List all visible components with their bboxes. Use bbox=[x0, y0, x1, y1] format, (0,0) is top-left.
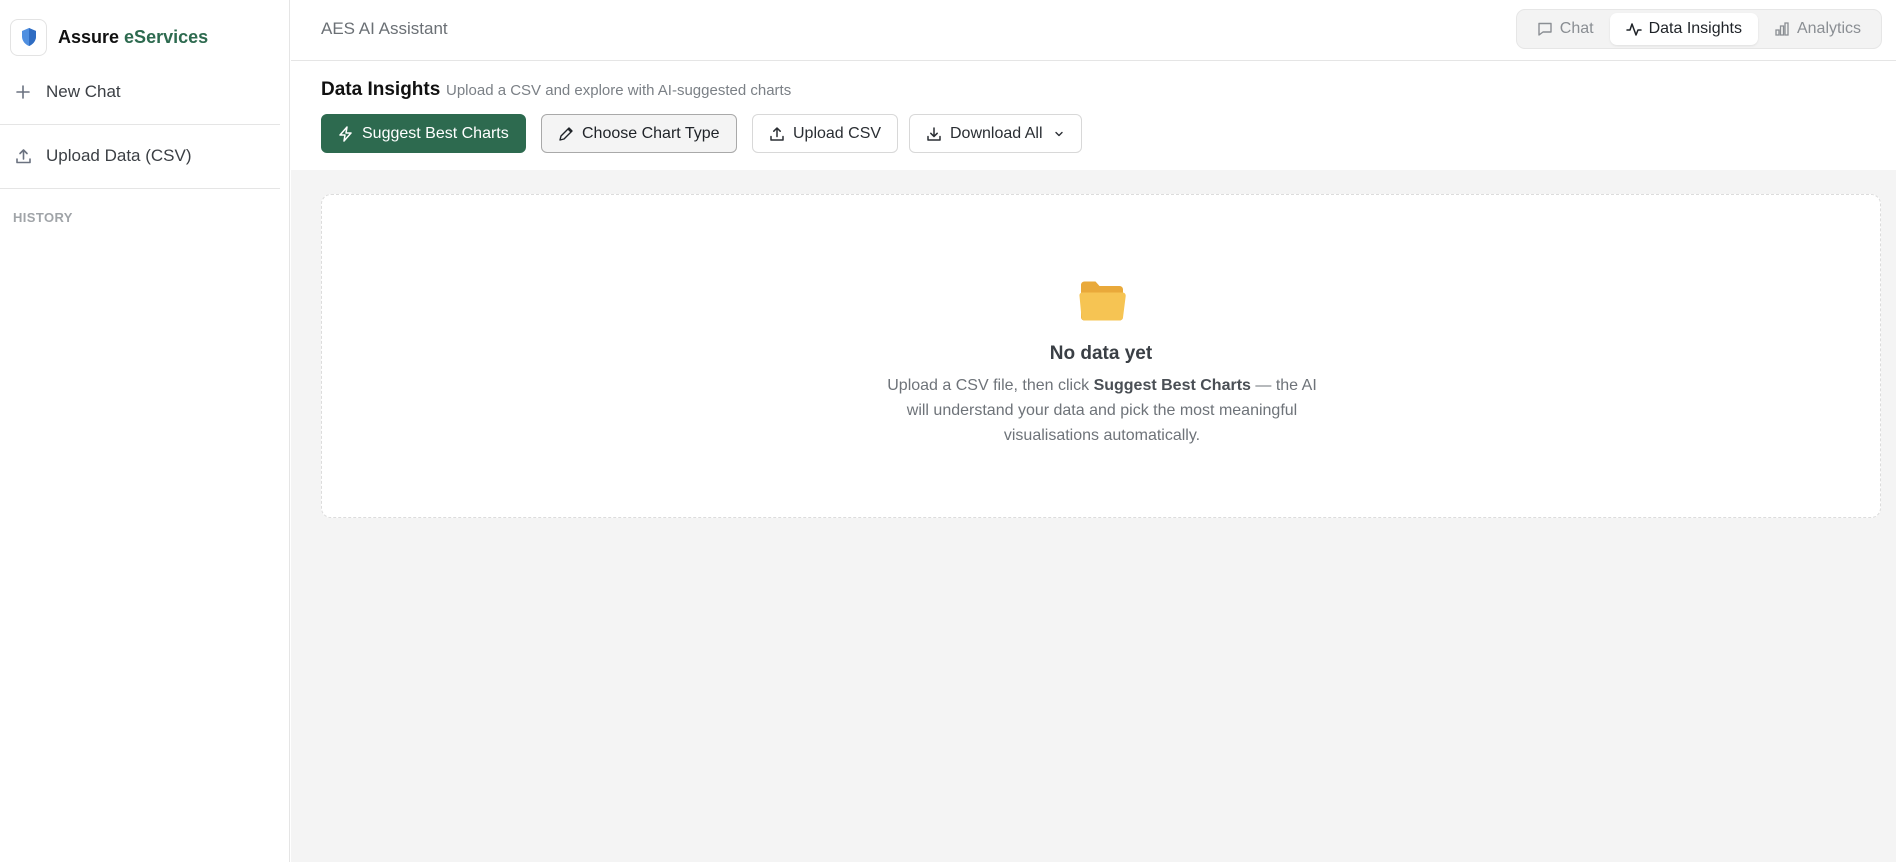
tab-data-insights[interactable]: Data Insights bbox=[1609, 13, 1758, 45]
folder-icon bbox=[1078, 279, 1128, 323]
empty-state-card: No data yet Upload a CSV file, then clic… bbox=[321, 194, 1881, 518]
new-chat-button[interactable]: New Chat bbox=[14, 82, 121, 102]
download-all-label: Download All bbox=[950, 124, 1043, 142]
empty-state-text-before: Upload a CSV file, then click bbox=[887, 377, 1090, 394]
history-heading: HISTORY bbox=[13, 210, 73, 225]
upload-icon bbox=[769, 126, 785, 142]
page-title: Data Insights bbox=[321, 79, 441, 100]
empty-state-text-bold: Suggest Best Charts bbox=[1093, 377, 1251, 394]
tab-data-insights-label: Data Insights bbox=[1648, 20, 1742, 37]
tab-analytics-label: Analytics bbox=[1796, 20, 1861, 37]
download-icon bbox=[926, 126, 942, 142]
choose-chart-type-button[interactable]: Choose Chart Type bbox=[541, 114, 737, 153]
shield-icon bbox=[10, 18, 47, 56]
chevron-down-icon bbox=[1053, 128, 1065, 140]
suggest-best-charts-button[interactable]: Suggest Best Charts bbox=[321, 114, 526, 153]
insights-header: Data Insights Upload a CSV and explore w… bbox=[291, 62, 1896, 170]
empty-state-text: Upload a CSV file, then click Suggest Be… bbox=[882, 373, 1322, 448]
suggest-best-charts-label: Suggest Best Charts bbox=[362, 124, 509, 142]
sidebar-divider bbox=[0, 124, 280, 125]
topbar: AES AI Assistant Chat Data Insights Anal… bbox=[291, 0, 1896, 61]
upload-data-button[interactable]: Upload Data (CSV) bbox=[14, 146, 192, 166]
bar-chart-icon bbox=[1774, 21, 1790, 37]
brand[interactable]: Assure eServices bbox=[10, 18, 208, 56]
brand-name: Assure eServices bbox=[58, 27, 208, 48]
sidebar-divider bbox=[0, 188, 280, 189]
tab-analytics[interactable]: Analytics bbox=[1758, 13, 1877, 45]
upload-icon bbox=[14, 147, 32, 165]
sidebar: Assure eServices New Chat Upload Data (C… bbox=[0, 0, 290, 862]
view-tabs: Chat Data Insights Analytics bbox=[1515, 9, 1882, 49]
upload-data-label: Upload Data (CSV) bbox=[46, 146, 192, 165]
tab-chat[interactable]: Chat bbox=[1521, 13, 1610, 45]
plus-icon bbox=[14, 83, 32, 101]
empty-state-title: No data yet bbox=[1049, 343, 1153, 364]
new-chat-label: New Chat bbox=[46, 82, 121, 101]
pencil-icon bbox=[558, 126, 574, 142]
page-subtitle: Upload a CSV and explore with AI-suggest… bbox=[446, 82, 792, 99]
app-title: AES AI Assistant bbox=[321, 19, 448, 38]
brand-name-accent: eServices bbox=[124, 26, 209, 47]
brand-name-main: Assure bbox=[58, 26, 120, 47]
download-all-button[interactable]: Download All bbox=[909, 114, 1082, 153]
choose-chart-type-label: Choose Chart Type bbox=[582, 124, 720, 142]
upload-csv-label: Upload CSV bbox=[793, 124, 882, 142]
lightning-icon bbox=[338, 125, 354, 142]
activity-icon bbox=[1625, 21, 1642, 37]
chat-bubble-icon bbox=[1537, 21, 1553, 37]
upload-csv-button[interactable]: Upload CSV bbox=[752, 114, 899, 153]
tab-chat-label: Chat bbox=[1559, 20, 1594, 37]
insights-workspace: No data yet Upload a CSV file, then clic… bbox=[291, 170, 1896, 862]
